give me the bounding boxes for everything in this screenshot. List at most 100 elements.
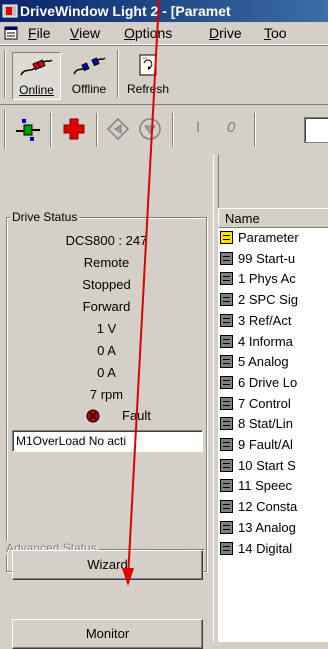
toolbar-grip [4,50,6,98]
toolbar-separator [96,113,98,147]
parameter-group-icon [220,334,233,348]
fault-label: Fault [122,408,151,423]
list-item-label: 99 Start-u [238,250,296,266]
parameter-group-icon [220,438,233,451]
toolbar-grip [4,109,6,149]
drive-status-title: Drive Status [10,210,80,224]
direction-state: Forward [82,299,131,314]
list-item-label: 10 Start S [238,457,296,473]
current-value-2: 0 A [97,365,116,380]
parameter-group-item[interactable]: 13 Analog [220,518,328,538]
list-item-label: 14 Digital [238,540,293,556]
parameter-group-item[interactable]: 9 Fault/Al [220,435,328,455]
fault-reset-icon[interactable] [62,117,86,141]
list-item-label: 7 Control [238,395,291,411]
list-item-label: 2 SPC Sig [238,292,298,308]
menu-view[interactable]: View [70,22,100,44]
parameter-group-icon [220,272,233,286]
window-title: DriveWindow Light 2 - [Paramet [20,3,231,19]
wizard-button[interactable]: Wizard [12,550,203,580]
online-label: Online [19,83,54,97]
control-location: Remote [83,255,130,270]
online-plug-icon [20,59,53,76]
voltage-value: 1 V [96,321,117,336]
parameter-group-item[interactable]: 6 Drive Lo [220,373,328,393]
parameter-group-item[interactable]: 7 Control [220,394,328,414]
menu-bar: File View Options Drive Too [0,22,328,45]
online-button[interactable]: Online [12,52,61,100]
left-panel: Drive Status DCS800 : 247 Remote Stopped… [0,155,213,649]
app-icon [2,4,18,18]
parameter-group-icon [220,355,233,369]
current-value-1: 0 A [97,343,116,358]
column-header-name[interactable]: Name [218,208,328,228]
toolbar-separator [172,113,174,147]
list-item-label: 13 Analog [238,519,296,535]
parameter-group-item[interactable]: 3 Ref/Act [220,311,328,331]
parameter-group-icon [220,313,233,327]
parameter-group-item[interactable]: 2 SPC Sig [220,290,328,310]
stop-direction-icon[interactable] [138,117,162,141]
menu-tools[interactable]: Too [264,22,287,44]
menu-options[interactable]: Options [124,22,172,44]
toolbar-separator [254,113,256,147]
parameter-group-item[interactable]: 99 Start-u [220,249,328,269]
list-item-label: 8 Stat/Lin [238,416,293,432]
forward-direction-icon[interactable] [106,117,130,141]
parameter-group-icon [220,500,233,514]
title-bar[interactable]: DriveWindow Light 2 - [Paramet [0,0,328,22]
parameter-group-item[interactable]: 12 Consta [220,497,328,517]
parameter-group-item[interactable]: 11 Speec [220,476,328,496]
refresh-button[interactable]: Refresh [121,52,175,98]
parameter-group-item[interactable]: 14 Digital [220,539,328,559]
fault-indicator-icon [86,409,100,423]
parameter-group-icon [220,520,233,534]
folder-icon [220,231,233,244]
parameter-group-icon [220,251,233,265]
speed-value: 7 rpm [89,387,124,402]
offline-plug-icon [73,57,106,75]
parameter-group-item[interactable]: 4 Informa [220,332,328,352]
parameter-root-item[interactable]: Parameter [220,228,328,248]
offline-button[interactable]: Offline [66,52,112,98]
list-item-label: Parameter [238,230,299,245]
connect-drive-icon[interactable] [14,117,42,143]
menu-drive[interactable]: Drive [209,22,242,44]
main-toolbar: Online Offline Refresh [0,45,328,103]
reference-input[interactable] [304,117,328,143]
drive-toolbar: I 0 [0,104,328,155]
refresh-icon [139,54,157,76]
parameter-group-icon [220,479,233,493]
wizard-label: Wizard [87,557,128,572]
list-item-label: 3 Ref/Act [238,312,292,328]
list-item-label: 9 Fault/Al [238,437,293,452]
list-item-label: 11 Speec [238,478,292,494]
start-button[interactable]: I [196,119,200,136]
list-item-label: 6 Drive Lo [238,374,298,390]
fault-message: M1OverLoad No acti [16,434,127,448]
parameter-group-icon [220,375,233,389]
parameter-group-item[interactable]: 5 Analog [220,352,328,372]
parameter-group-icon [220,417,233,431]
parameter-group-icon [220,293,233,307]
parameter-group-item[interactable]: 1 Phys Ac [220,269,328,289]
toolbar-separator [117,50,119,98]
drive-id: DCS800 : 247 [65,233,148,248]
parameter-group-icon [220,458,233,472]
parameter-group-item[interactable]: 10 Start S [220,456,328,476]
monitor-button[interactable]: Monitor [12,619,203,649]
menu-file[interactable]: File [28,22,51,44]
toolbar-separator [50,113,52,147]
list-item-label: 12 Consta [238,499,298,515]
document-icon[interactable] [4,25,20,41]
parameter-group-item[interactable]: 8 Stat/Lin [220,414,328,434]
offline-label: Offline [71,82,107,96]
parameter-group-icon [220,541,233,555]
monitor-label: Monitor [85,626,130,641]
stop-button[interactable]: 0 [227,119,235,136]
list-item-label: 5 Analog [238,354,289,370]
run-state: Stopped [82,277,131,292]
refresh-label: Refresh [126,82,170,96]
list-item-label: 1 Phys Ac [238,271,296,287]
fault-message-field: M1OverLoad No acti [12,430,203,452]
